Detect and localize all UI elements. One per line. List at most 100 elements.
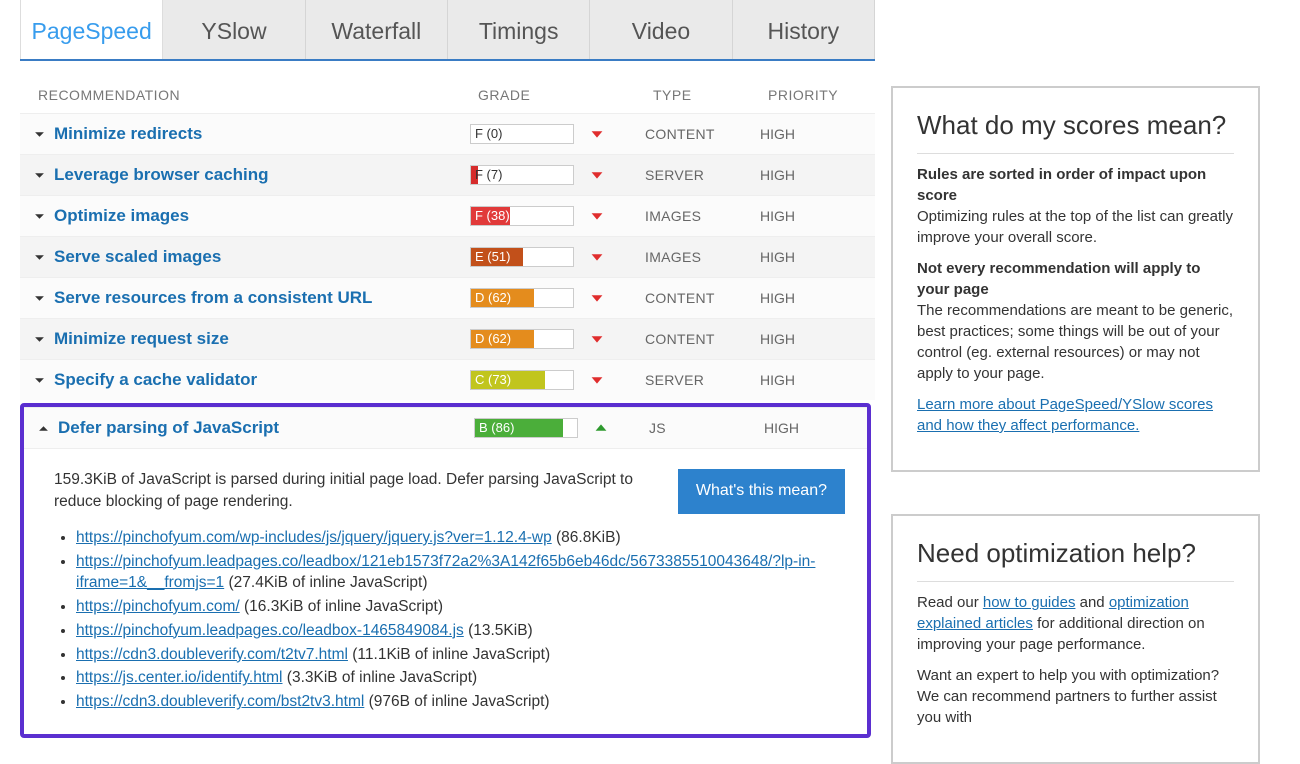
type-value: IMAGES (645, 249, 760, 265)
help-p2: Want an expert to help you with optimiza… (917, 665, 1234, 728)
type-value: CONTENT (645, 126, 760, 142)
detail-item: https://pinchofyum.leadpages.co/leadbox-… (76, 621, 845, 642)
type-value: CONTENT (645, 290, 760, 306)
recommendation-link[interactable]: Serve resources from a consistent URL (54, 288, 372, 308)
sidebar-scores-box: What do my scores mean? Rules are sorted… (891, 86, 1260, 472)
detail-item-note: (86.8KiB) (552, 529, 621, 546)
type-value: CONTENT (645, 331, 760, 347)
grade-bar: D (62) (470, 329, 574, 349)
detail-item-note: (976B of inline JavaScript) (364, 693, 549, 710)
grade-label: F (0) (475, 126, 502, 141)
detail-description: 159.3KiB of JavaScript is parsed during … (54, 469, 678, 514)
grade-bar: E (51) (470, 247, 574, 267)
grade-bar: D (62) (470, 288, 574, 308)
arrow-down-icon (588, 207, 606, 225)
recommendation-row[interactable]: Specify a cache validator C (73) SERVERHIG… (20, 359, 875, 400)
detail-item: https://js.center.io/identify.html (3.3K… (76, 668, 845, 689)
grade-label: B (86) (479, 420, 514, 435)
priority-value: HIGH (760, 208, 850, 224)
detail-item-note: (27.4KiB of inline JavaScript) (224, 574, 427, 591)
grade-label: C (73) (475, 372, 511, 387)
grade-bar: B (86) (474, 418, 578, 438)
chevron-down-icon[interactable] (30, 125, 48, 143)
recommendation-link[interactable]: Minimize request size (54, 329, 229, 349)
arrow-down-icon (588, 289, 606, 307)
grade-bar: F (0) (470, 124, 574, 144)
chevron-down-icon[interactable] (30, 248, 48, 266)
results-tabs: PageSpeedYSlowWaterfallTimingsVideoHisto… (20, 0, 875, 61)
header-type: TYPE (653, 87, 768, 103)
sidebar-help-title: Need optimization help? (917, 538, 1234, 582)
results-table-header: RECOMMENDATION GRADE TYPE PRIORITY (20, 61, 875, 113)
recommendation-link[interactable]: Optimize images (54, 206, 189, 226)
detail-item-link[interactable]: https://pinchofyum.leadpages.co/leadbox/… (76, 553, 815, 591)
priority-value: HIGH (764, 420, 854, 436)
grade-bar: F (7) (470, 165, 574, 185)
priority-value: HIGH (760, 126, 850, 142)
chevron-down-icon[interactable] (30, 166, 48, 184)
detail-item-note: (16.3KiB of inline JavaScript) (240, 598, 443, 615)
chevron-up-icon[interactable] (34, 419, 52, 437)
recommendation-link[interactable]: Defer parsing of JavaScript (58, 418, 279, 438)
chevron-down-icon[interactable] (30, 289, 48, 307)
help-howto-link[interactable]: how to guides (983, 594, 1076, 611)
scores-p1-rest: Optimizing rules at the top of the list … (917, 208, 1233, 246)
detail-item: https://cdn3.doubleverify.com/bst2tv3.ht… (76, 692, 845, 713)
recommendation-row[interactable]: Optimize images F (38) IMAGESHIGH (20, 195, 875, 236)
priority-value: HIGH (760, 167, 850, 183)
detail-item: https://pinchofyum.com/wp-includes/js/jq… (76, 528, 845, 549)
arrow-down-icon (588, 330, 606, 348)
recommendation-link[interactable]: Leverage browser caching (54, 165, 268, 185)
tab-history[interactable]: History (733, 0, 875, 59)
priority-value: HIGH (760, 290, 850, 306)
recommendation-row[interactable]: Serve resources from a consistent URL D (… (20, 277, 875, 318)
scores-learn-more-link[interactable]: Learn more about PageSpeed/YSlow scores … (917, 396, 1213, 434)
tab-waterfall[interactable]: Waterfall (306, 0, 448, 59)
type-value: SERVER (645, 372, 760, 388)
recommendation-row[interactable]: Defer parsing of JavaScriptB (86)JSHIGH (24, 407, 867, 448)
arrow-down-icon (588, 248, 606, 266)
grade-label: D (62) (475, 290, 511, 305)
grade-label: F (7) (475, 167, 502, 182)
arrow-down-icon (588, 125, 606, 143)
scores-p1-strong: Rules are sorted in order of impact upon… (917, 166, 1206, 204)
grade-label: E (51) (475, 249, 510, 264)
recommendation-row[interactable]: Minimize request sizeD (62)CONTENTHIGH (20, 318, 875, 359)
detail-item-link[interactable]: https://pinchofyum.leadpages.co/leadbox-… (76, 622, 464, 639)
scores-p2-rest: The recommendations are meant to be gene… (917, 302, 1233, 382)
detail-item: https://cdn3.doubleverify.com/t2tv7.html… (76, 645, 845, 666)
detail-item-link[interactable]: https://pinchofyum.com/wp-includes/js/jq… (76, 529, 552, 546)
sidebar-scores-title: What do my scores mean? (917, 110, 1234, 154)
scores-p2-strong: Not every recommendation will apply to y… (917, 260, 1200, 298)
detail-item: https://pinchofyum.leadpages.co/leadbox/… (76, 552, 845, 594)
tab-pagespeed[interactable]: PageSpeed (20, 0, 163, 59)
grade-bar: F (38) (470, 206, 574, 226)
detail-item: https://pinchofyum.com/ (16.3KiB of inli… (76, 597, 845, 618)
arrow-down-icon (588, 371, 606, 389)
tab-yslow[interactable]: YSlow (163, 0, 305, 59)
recommendation-link[interactable]: Specify a cache validator (54, 370, 257, 390)
help-p1: Read our how to guides and optimization … (917, 592, 1234, 655)
header-recommendation: RECOMMENDATION (38, 87, 478, 103)
chevron-down-icon[interactable] (30, 371, 48, 389)
type-value: IMAGES (645, 208, 760, 224)
header-priority: PRIORITY (768, 87, 858, 103)
recommendation-link[interactable]: Minimize redirects (54, 124, 202, 144)
detail-item-link[interactable]: https://cdn3.doubleverify.com/t2tv7.html (76, 646, 348, 663)
recommendation-row[interactable]: Minimize redirects F (0) CONTENTHIGH (20, 113, 875, 154)
chevron-down-icon[interactable] (30, 330, 48, 348)
detail-item-note: (13.5KiB) (464, 622, 533, 639)
tab-timings[interactable]: Timings (448, 0, 590, 59)
detail-item-link[interactable]: https://pinchofyum.com/ (76, 598, 240, 615)
sidebar-help-box: Need optimization help? Read our how to … (891, 514, 1260, 764)
whats-this-mean-button[interactable]: What's this mean? (678, 469, 845, 514)
detail-item-link[interactable]: https://js.center.io/identify.html (76, 669, 282, 686)
tab-video[interactable]: Video (590, 0, 732, 59)
priority-value: HIGH (760, 372, 850, 388)
detail-item-link[interactable]: https://cdn3.doubleverify.com/bst2tv3.ht… (76, 693, 364, 710)
priority-value: HIGH (760, 249, 850, 265)
recommendation-link[interactable]: Serve scaled images (54, 247, 221, 267)
chevron-down-icon[interactable] (30, 207, 48, 225)
recommendation-row[interactable]: Leverage browser cachingF (7)SERVERHIGH (20, 154, 875, 195)
recommendation-row[interactable]: Serve scaled images E (51) IMAGESHIGH (20, 236, 875, 277)
